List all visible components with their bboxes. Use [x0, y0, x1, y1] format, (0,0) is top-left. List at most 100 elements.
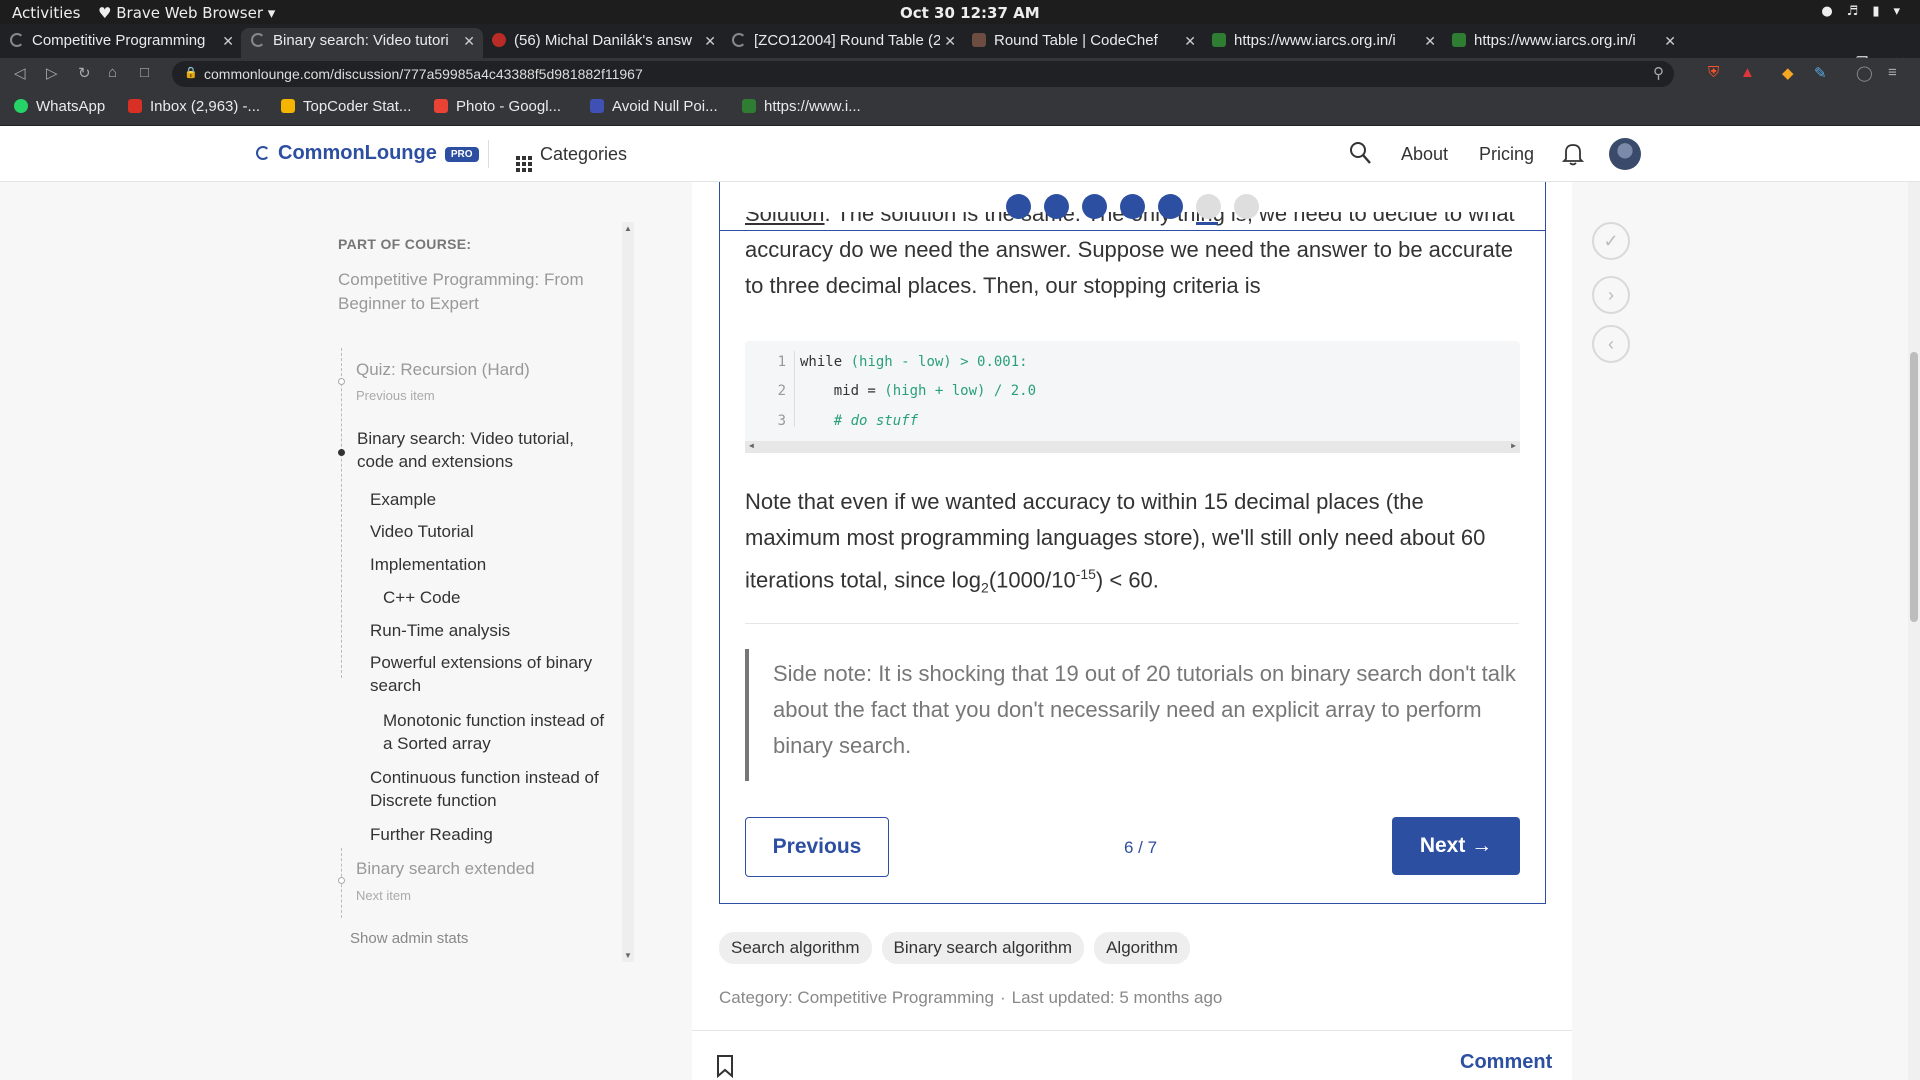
brave-shields-icon[interactable]: ⛨	[1708, 64, 1719, 81]
forward-icon[interactable]: ▷	[46, 64, 58, 82]
browser-toolbar: ◁ ▷ ↻ ⌂ □ 🔒 commonlounge.com/discussion/…	[0, 58, 1920, 90]
sidebar-next-item[interactable]: Binary search extended	[356, 857, 616, 880]
progress-current-indicator	[1196, 222, 1218, 225]
avatar[interactable]	[1609, 138, 1641, 170]
sidebar-section-video-tutorial[interactable]: Video Tutorial	[370, 520, 630, 543]
comment-link[interactable]: Comment	[1460, 1051, 1552, 1074]
code-expr: (high + low) / 2.0	[884, 383, 1037, 399]
tab-competitive-programming[interactable]: Competitive Programming ✕	[0, 28, 242, 58]
scroll-left-icon[interactable]: ◀	[749, 441, 754, 450]
close-icon[interactable]: ✕	[1424, 33, 1436, 50]
bookmark-photo[interactable]: Photo - Googl...	[434, 98, 561, 115]
chevron-right-icon[interactable]: ›	[1592, 276, 1630, 314]
bookmark-label: Avoid Null Poi...	[612, 98, 718, 115]
bookmark-whatsapp[interactable]: WhatsApp	[14, 98, 105, 115]
sidebar-current-item[interactable]: Binary search: Video tutorial, code and …	[357, 427, 597, 473]
close-icon[interactable]: ✕	[463, 33, 475, 50]
tag-chip[interactable]: Binary search algorithm	[881, 932, 1085, 964]
address-bar[interactable]: 🔒 commonlounge.com/discussion/777a59985a…	[172, 61, 1674, 87]
brave-rewards-icon[interactable]: ▲	[1740, 64, 1755, 81]
bookmark-icon[interactable]	[716, 1054, 734, 1078]
category-link[interactable]: Category: Competitive Programming	[719, 988, 994, 1007]
progress-dot[interactable]	[1158, 194, 1183, 219]
sidebar-scrollbar[interactable]: ▲ ▼	[622, 222, 634, 962]
bookmark-topcoder[interactable]: TopCoder Stat...	[281, 98, 411, 115]
reload-icon[interactable]: ↻	[78, 64, 91, 82]
tag-chip[interactable]: Search algorithm	[719, 932, 872, 964]
zoom-icon[interactable]: ⚲	[1653, 64, 1664, 82]
tag-list: Search algorithm Binary search algorithm…	[719, 932, 1190, 964]
sidebar-section-monotonic[interactable]: Monotonic function instead of a Sorted a…	[383, 709, 613, 755]
tab-binary-search[interactable]: Binary search: Video tutori ✕	[241, 28, 483, 58]
bookmark-inbox[interactable]: Inbox (2,963) -...	[128, 98, 260, 115]
tag-chip[interactable]: Algorithm	[1094, 932, 1190, 964]
page-scrollbar[interactable]	[1908, 126, 1920, 1080]
about-link[interactable]: About	[1401, 144, 1448, 165]
progress-dot[interactable]	[1082, 194, 1107, 219]
progress-dot[interactable]	[1006, 194, 1031, 219]
course-title-link[interactable]: Competitive Programming: From Beginner t…	[338, 268, 608, 316]
admin-stats-link[interactable]: Show admin stats	[350, 930, 468, 947]
sidebar-section-continuous[interactable]: Continuous function instead of Discrete …	[370, 766, 610, 812]
code-comment: # do stuff	[800, 413, 919, 429]
bookmark-page-icon[interactable]: □	[140, 64, 149, 81]
loading-icon	[10, 33, 24, 47]
check-icon[interactable]: ✓	[1592, 222, 1630, 260]
previous-button[interactable]: Previous	[745, 817, 889, 877]
home-icon[interactable]: ⌂	[108, 64, 117, 81]
code-line: mid = (high + low) / 2.0	[800, 383, 1036, 399]
sidebar-section-cpp-code[interactable]: C++ Code	[383, 586, 643, 609]
volume-icon: ♬	[1846, 4, 1859, 19]
bookmark-avoid-null[interactable]: Avoid Null Poi...	[590, 98, 718, 115]
extension-icon[interactable]: ◆	[1782, 64, 1794, 82]
progress-dot[interactable]	[1120, 194, 1145, 219]
progress-dot[interactable]	[1234, 194, 1259, 219]
code-horizontal-scrollbar[interactable]: ◀ ▶	[745, 441, 1520, 453]
tab-iarcs-2[interactable]: https://www.iarcs.org.in/i ✕	[1442, 28, 1684, 58]
tab-codechef[interactable]: Round Table | CodeChef ✕	[962, 28, 1204, 58]
sidebar-prev-item[interactable]: Quiz: Recursion (Hard)	[356, 358, 616, 381]
tab-iarcs-1[interactable]: https://www.iarcs.org.in/i ✕	[1202, 28, 1444, 58]
next-button[interactable]: Next →	[1392, 817, 1520, 875]
clock[interactable]: Oct 30 12:37 AM	[900, 4, 1040, 22]
sidebar-section-extensions[interactable]: Powerful extensions of binary search	[370, 651, 610, 697]
brand-logo[interactable]: CommonLounge PRO	[256, 142, 479, 165]
chevron-left-icon[interactable]: ‹	[1592, 325, 1630, 363]
current-dot-icon	[338, 449, 345, 456]
sidebar-section-example[interactable]: Example	[370, 488, 630, 511]
scroll-down-icon[interactable]: ▼	[624, 951, 632, 960]
card-top-border	[720, 230, 1545, 231]
back-icon[interactable]: ◁	[14, 64, 26, 82]
tab-label: Competitive Programming	[32, 32, 206, 49]
pen-extension-icon[interactable]: ✎	[1814, 64, 1827, 82]
tab-zco-round-table[interactable]: [ZCO12004] Round Table (2 ✕	[722, 28, 964, 58]
close-icon[interactable]: ✕	[1184, 33, 1196, 50]
scroll-up-icon[interactable]: ▲	[624, 224, 632, 233]
progress-dot-current[interactable]	[1196, 194, 1221, 219]
close-icon[interactable]: ✕	[1664, 33, 1676, 50]
tab-quora-answer[interactable]: (56) Michal Danilák's answ ✕	[482, 28, 724, 58]
sidebar-section-runtime[interactable]: Run-Time analysis	[370, 619, 630, 642]
profile-icon[interactable]: ◯	[1856, 64, 1873, 82]
categories-menu[interactable]: Categories	[516, 144, 627, 172]
sidebar-section-implementation[interactable]: Implementation	[370, 553, 630, 576]
close-icon[interactable]: ✕	[222, 33, 234, 50]
scroll-right-icon[interactable]: ▶	[1511, 441, 1516, 450]
menu-icon[interactable]: ≡	[1888, 64, 1897, 81]
system-tray[interactable]: ● ♬ ▮ ▾	[1821, 4, 1900, 19]
tab-strip: Competitive Programming ✕ Binary search: …	[0, 24, 1920, 76]
pricing-link[interactable]: Pricing	[1479, 144, 1534, 165]
page-scrollbar-thumb[interactable]	[1910, 352, 1918, 622]
sidebar-section-further-reading[interactable]: Further Reading	[370, 823, 630, 846]
close-icon[interactable]: ✕	[944, 33, 956, 50]
activities-button[interactable]: Activities	[12, 4, 80, 22]
site-header: CommonLounge PRO Categories About Pricing	[0, 126, 1920, 182]
bell-icon[interactable]	[1562, 142, 1584, 166]
bookmark-iarcs[interactable]: https://www.i...	[742, 98, 861, 115]
search-icon[interactable]	[1349, 140, 1373, 166]
close-icon[interactable]: ✕	[704, 33, 716, 50]
solution-text: : The solution is the same. The only thi…	[745, 212, 1515, 298]
progress-dot[interactable]	[1044, 194, 1069, 219]
app-menu[interactable]: ♥ Brave Web Browser ▾	[98, 4, 275, 22]
bookmark-label: TopCoder Stat...	[303, 98, 412, 115]
